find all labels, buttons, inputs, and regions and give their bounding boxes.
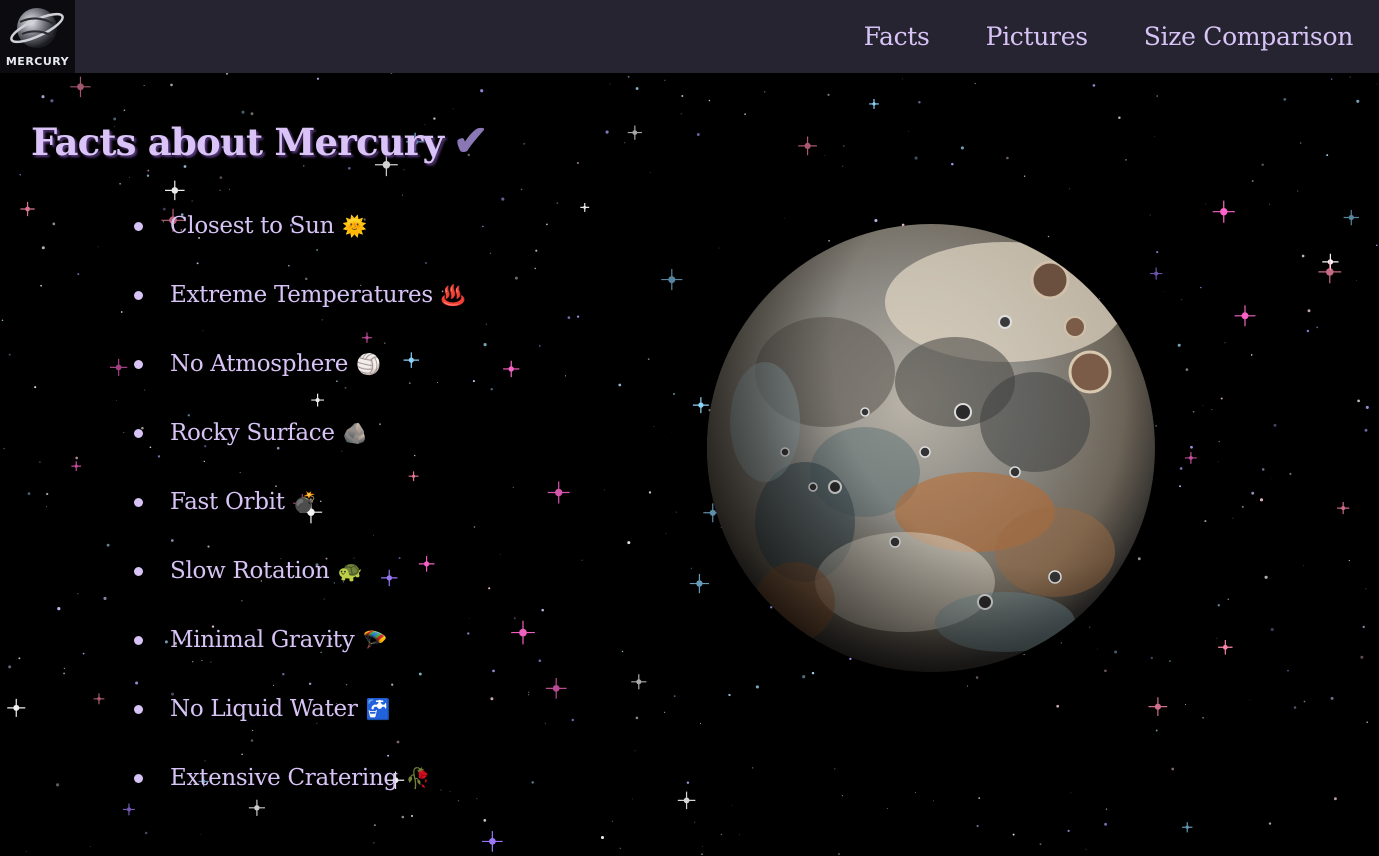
fact-label: Extreme Temperatures	[170, 282, 433, 308]
mercury-logo[interactable]: MERCURY	[0, 0, 75, 73]
fact-item-extreme-temperatures: Extreme Temperatures ♨️	[134, 276, 466, 345]
fact-item-no-atmosphere: No Atmosphere 🏐	[134, 345, 465, 414]
fact-item-minimal-gravity: Minimal Gravity 🪂	[134, 621, 465, 690]
fact-item-fast-orbit: Fast Orbit 💣	[134, 483, 465, 552]
fact-label: Slow Rotation	[170, 558, 330, 584]
fact-label: Rocky Surface	[170, 420, 335, 446]
fact-item-slow-rotation: Slow Rotation 🐢	[134, 552, 465, 621]
fact-label: No Atmosphere	[170, 351, 349, 377]
fact-item-rocky-surface: Rocky Surface 🪨	[134, 414, 465, 483]
nav-link-size-comparison[interactable]: Size Comparison	[1144, 22, 1354, 51]
logo-text: MERCURY	[5, 55, 70, 68]
fact-item-no-liquid-water: No Liquid Water 🚰	[134, 690, 465, 759]
mercury-planet-image	[707, 224, 1155, 672]
volleyball-icon: 🏐	[356, 352, 381, 376]
page-title: Facts about Mercury ✔	[31, 116, 488, 165]
fact-label: Extensive Cratering	[170, 765, 398, 791]
planet-logo-icon	[10, 8, 64, 48]
fact-label: No Liquid Water	[170, 696, 358, 722]
wilted-flower-icon: 🥀	[405, 766, 431, 790]
sun-face-icon: 🌞	[342, 214, 367, 238]
bomb-icon: 💣	[292, 490, 318, 514]
nav-link-facts[interactable]: Facts	[864, 22, 930, 51]
potable-water-icon: 🚰	[365, 697, 391, 721]
turtle-icon: 🐢	[337, 559, 363, 583]
fact-item-closest-to-sun: Closest to Sun 🌞	[134, 207, 465, 276]
fact-label: Minimal Gravity	[170, 627, 355, 653]
navbar: MERCURY Facts Pictures Size Comparison	[0, 0, 1379, 73]
parachute-icon: 🪂	[362, 628, 388, 652]
nav-links: Facts Pictures Size Comparison	[864, 22, 1354, 51]
fact-label: Fast Orbit	[170, 489, 285, 515]
check-mark-icon: ✔	[453, 116, 488, 165]
facts-list: Closest to Sun 🌞 Extreme Temperatures ♨️ N…	[134, 207, 466, 828]
fact-item-extensive-cratering: Extensive Cratering 🥀	[134, 759, 465, 828]
nav-link-pictures[interactable]: Pictures	[986, 22, 1088, 51]
rock-icon: 🪨	[342, 421, 368, 445]
fact-label: Closest to Sun	[170, 213, 335, 239]
page-title-text: Facts about Mercury	[31, 120, 444, 164]
hot-springs-icon: ♨️	[440, 283, 466, 307]
